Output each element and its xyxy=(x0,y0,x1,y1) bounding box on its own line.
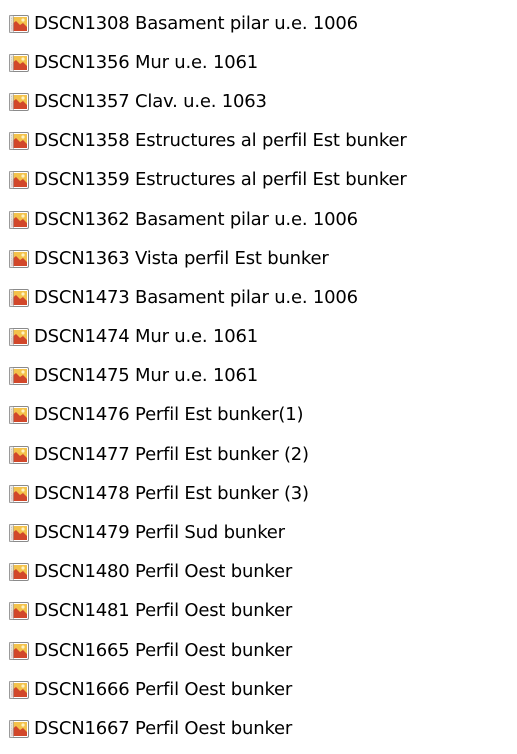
file-name: DSCN1357 Clav. u.e. 1063 xyxy=(34,90,267,112)
image-file-icon xyxy=(8,287,30,309)
file-list-item[interactable]: DSCN1667 Perfil Oest bunker xyxy=(8,709,517,748)
image-file-icon xyxy=(8,640,30,662)
file-list-item[interactable]: DSCN1478 Perfil Est bunker (3) xyxy=(8,474,517,513)
image-file-icon xyxy=(8,365,30,387)
image-file-icon xyxy=(8,13,30,35)
file-name: DSCN1480 Perfil Oest bunker xyxy=(34,561,293,583)
file-name: DSCN1359 Estructures al perfil Est bunke… xyxy=(34,169,407,191)
file-list-item[interactable]: DSCN1480 Perfil Oest bunker xyxy=(8,553,517,592)
file-name: DSCN1479 Perfil Sud bunker xyxy=(34,522,285,544)
file-name: DSCN1362 Basament pilar u.e. 1006 xyxy=(34,208,358,230)
file-list-item[interactable]: DSCN1665 Perfil Oest bunker xyxy=(8,631,517,670)
image-file-icon xyxy=(8,600,30,622)
image-file-icon xyxy=(8,483,30,505)
file-list-item[interactable]: DSCN1357 Clav. u.e. 1063 xyxy=(8,82,517,121)
file-name: DSCN1477 Perfil Est bunker (2) xyxy=(34,443,309,465)
file-list-item[interactable]: DSCN1358 Estructures al perfil Est bunke… xyxy=(8,122,517,161)
file-list-item[interactable]: DSCN1475 Mur u.e. 1061 xyxy=(8,357,517,396)
file-name: DSCN1363 Vista perfil Est bunker xyxy=(34,247,329,269)
file-name: DSCN1665 Perfil Oest bunker xyxy=(34,639,293,661)
image-file-icon xyxy=(8,130,30,152)
file-list: DSCN1308 Basament pilar u.e. 1006 DSCN13… xyxy=(8,4,517,749)
image-file-icon xyxy=(8,444,30,466)
file-list-item[interactable]: DSCN1362 Basament pilar u.e. 1006 xyxy=(8,200,517,239)
file-name: DSCN1481 Perfil Oest bunker xyxy=(34,600,293,622)
image-file-icon xyxy=(8,404,30,426)
file-name: DSCN1473 Basament pilar u.e. 1006 xyxy=(34,286,358,308)
file-name: DSCN1667 Perfil Oest bunker xyxy=(34,717,293,739)
image-file-icon xyxy=(8,561,30,583)
image-file-icon xyxy=(8,91,30,113)
file-name: DSCN1475 Mur u.e. 1061 xyxy=(34,365,258,387)
file-list-item[interactable]: DSCN1359 Estructures al perfil Est bunke… xyxy=(8,161,517,200)
file-list-item[interactable]: DSCN1666 Perfil Oest bunker xyxy=(8,670,517,709)
image-file-icon xyxy=(8,209,30,231)
image-file-icon xyxy=(8,52,30,74)
image-file-icon xyxy=(8,248,30,270)
image-file-icon xyxy=(8,718,30,740)
file-list-item[interactable]: DSCN1479 Perfil Sud bunker xyxy=(8,513,517,552)
image-file-icon xyxy=(8,522,30,544)
file-list-item[interactable]: DSCN1474 Mur u.e. 1061 xyxy=(8,318,517,357)
file-name: DSCN1478 Perfil Est bunker (3) xyxy=(34,482,309,504)
file-name: DSCN1358 Estructures al perfil Est bunke… xyxy=(34,130,407,152)
file-list-item[interactable]: DSCN1363 Vista perfil Est bunker xyxy=(8,239,517,278)
file-name: DSCN1476 Perfil Est bunker(1) xyxy=(34,404,304,426)
file-name: DSCN1474 Mur u.e. 1061 xyxy=(34,326,258,348)
file-name: DSCN1666 Perfil Oest bunker xyxy=(34,678,293,700)
file-list-item[interactable]: DSCN1477 Perfil Est bunker (2) xyxy=(8,435,517,474)
file-name: DSCN1308 Basament pilar u.e. 1006 xyxy=(34,12,358,34)
file-list-item[interactable]: DSCN1356 Mur u.e. 1061 xyxy=(8,43,517,82)
file-list-item[interactable]: DSCN1473 Basament pilar u.e. 1006 xyxy=(8,278,517,317)
image-file-icon xyxy=(8,169,30,191)
file-list-item[interactable]: DSCN1308 Basament pilar u.e. 1006 xyxy=(8,4,517,43)
file-list-item[interactable]: DSCN1476 Perfil Est bunker(1) xyxy=(8,396,517,435)
image-file-icon xyxy=(8,679,30,701)
image-file-icon xyxy=(8,326,30,348)
file-name: DSCN1356 Mur u.e. 1061 xyxy=(34,51,258,73)
file-list-item[interactable]: DSCN1481 Perfil Oest bunker xyxy=(8,592,517,631)
